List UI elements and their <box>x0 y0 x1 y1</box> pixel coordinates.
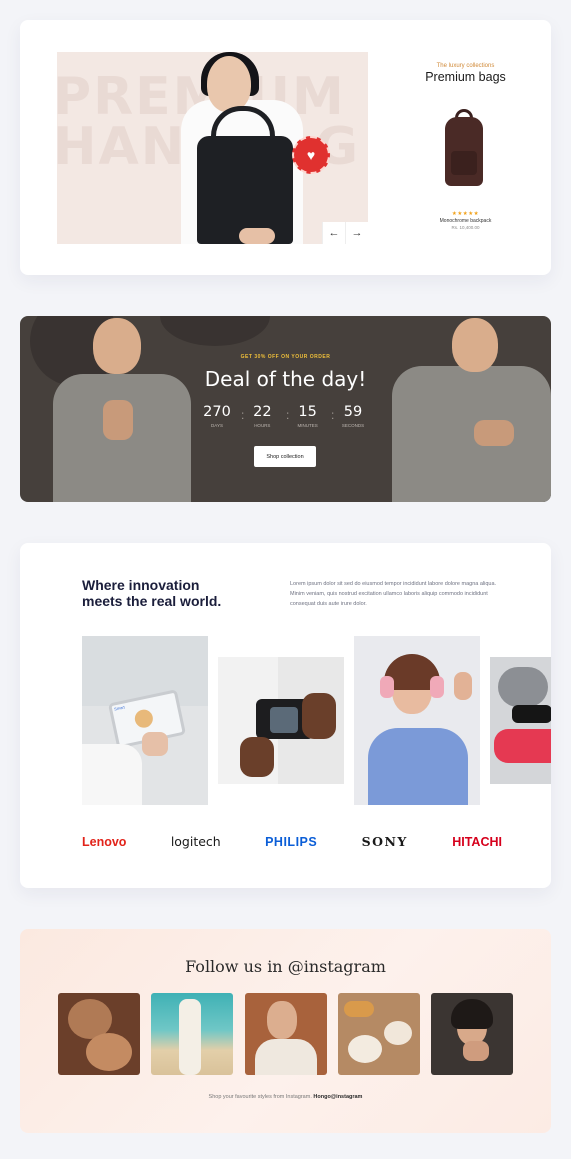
backpack-pocket <box>451 151 477 175</box>
camera-screen <box>270 707 298 733</box>
model-right-image <box>382 316 551 502</box>
instagram-post[interactable] <box>337 993 420 1075</box>
instagram-section: Follow us in @instagram Shop your favour… <box>20 929 551 1133</box>
pink-sleeve <box>494 729 551 763</box>
deal-of-the-day-section: GET 30% OFF ON YOUR ORDER Deal of the da… <box>20 316 551 502</box>
countdown-separator: : <box>241 408 245 422</box>
countdown-label: HOURS <box>254 423 271 428</box>
instagram-post[interactable] <box>431 993 513 1075</box>
instagram-title: Follow us in @instagram <box>185 957 386 976</box>
deal-title: Deal of the day! <box>204 367 367 391</box>
hero-image: PREMIUM HANDBAG ♥ ← → <box>57 52 368 244</box>
backpack-image[interactable] <box>442 109 486 186</box>
headphone-cup-right <box>430 676 444 698</box>
shirt <box>254 1039 317 1075</box>
hand-right <box>302 693 336 739</box>
countdown-label: DAYS <box>211 423 223 428</box>
product-name[interactable]: Monochrome backpack <box>380 218 551 224</box>
instagram-post[interactable] <box>151 993 234 1075</box>
countdown-timer: 270 DAYS 22 HOURS 15 MINUTES 59 SECONDS … <box>199 404 371 428</box>
innovation-title-line: Where innovation <box>82 577 200 593</box>
deal-kicker: GET 30% OFF ON YOUR ORDER <box>240 354 331 360</box>
countdown-seconds: 59 SECONDS <box>335 404 371 428</box>
tablet-screen-label: Smart <box>113 704 126 712</box>
countdown-label: MINUTES <box>297 423 318 428</box>
model-figure: ♥ <box>119 52 330 244</box>
countdown-minutes: 15 MINUTES <box>290 404 326 428</box>
countdown-separator: : <box>331 408 335 422</box>
countdown-separator: : <box>286 408 290 422</box>
brand-logo-lenovo[interactable]: Lenovo <box>82 835 126 849</box>
watch-icon <box>512 705 551 723</box>
heart-badge-icon: ♥ <box>292 136 330 174</box>
model-hands <box>474 420 514 446</box>
countdown-hours: 22 HOURS <box>244 404 280 428</box>
countdown-value: 59 <box>343 404 363 420</box>
headphones-photo[interactable] <box>354 636 480 805</box>
thermostat-icon <box>133 707 155 730</box>
croissant <box>343 1001 374 1017</box>
instagram-footer-text: Shop your favourite styles from Instagra… <box>208 1094 312 1100</box>
innovation-section: Where innovation meets the real world. L… <box>20 543 551 888</box>
countdown-value: 270 <box>203 404 231 420</box>
collection-kicker: The luxury collections <box>436 63 495 69</box>
product-price: Rs. 10,400.00 <box>451 225 480 230</box>
instagram-post[interactable] <box>244 993 327 1075</box>
tablet-photo[interactable]: Smart <box>82 636 208 805</box>
innovation-description: Lorem ipsum dolor sit sed do eiusmod tem… <box>290 581 497 607</box>
instagram-post[interactable] <box>58 993 140 1075</box>
sleeve <box>82 744 142 805</box>
smartwatch-photo[interactable] <box>490 657 551 784</box>
brand-logo-hitachi[interactable]: HITACHI <box>452 835 502 849</box>
hand <box>463 1041 489 1061</box>
countdown-value: 22 <box>253 404 272 420</box>
brand-logo-sony[interactable]: SONY <box>362 834 408 849</box>
model-hand <box>239 228 275 244</box>
camera-photo[interactable] <box>218 657 344 784</box>
shop-collection-button[interactable]: Shop collection <box>254 446 316 467</box>
countdown-days: 270 DAYS <box>199 404 235 428</box>
prev-arrow-button[interactable]: ← <box>322 222 345 244</box>
dress <box>179 999 202 1075</box>
model-head <box>93 318 141 374</box>
brand-logo-philips[interactable]: PHILIPS <box>265 835 317 849</box>
coffee-cup <box>383 1021 412 1045</box>
sleeve <box>498 667 548 707</box>
rating-stars: ★★★★★ <box>451 211 480 217</box>
brand-logo-logitech[interactable]: logitech <box>171 834 221 849</box>
innovation-title-line: meets the real world. <box>82 593 222 609</box>
instagram-footer: Shop your favourite styles from Instagra… <box>20 1094 551 1100</box>
slider-arrows: ← → <box>322 222 368 244</box>
coffee-cup <box>347 1035 382 1063</box>
countdown-label: SECONDS <box>341 423 365 428</box>
countdown-value: 15 <box>298 404 317 420</box>
innovation-title: Where innovation meets the real world. <box>82 577 221 609</box>
instagram-feed <box>58 993 513 1075</box>
raised-hand <box>454 672 472 700</box>
face <box>86 1033 132 1071</box>
face <box>266 1001 297 1039</box>
sweater <box>368 728 468 805</box>
hand-left <box>240 737 274 777</box>
model-head <box>452 318 498 372</box>
collection-title: Premium bags <box>425 70 506 84</box>
headphone-cup-left <box>380 676 394 698</box>
premium-bags-section: PREMIUM HANDBAG ♥ ← → The luxury collect… <box>20 20 551 275</box>
model-hands <box>103 400 133 440</box>
hand <box>142 732 168 756</box>
model-head <box>207 56 251 112</box>
model-left-image <box>45 316 193 502</box>
brand-logos: Lenovo logitech PHILIPS SONY HITACHI <box>82 834 502 849</box>
instagram-handle-link[interactable]: Hongo@instagram <box>313 1094 362 1100</box>
hair <box>451 999 493 1029</box>
next-arrow-button[interactable]: → <box>345 222 368 244</box>
